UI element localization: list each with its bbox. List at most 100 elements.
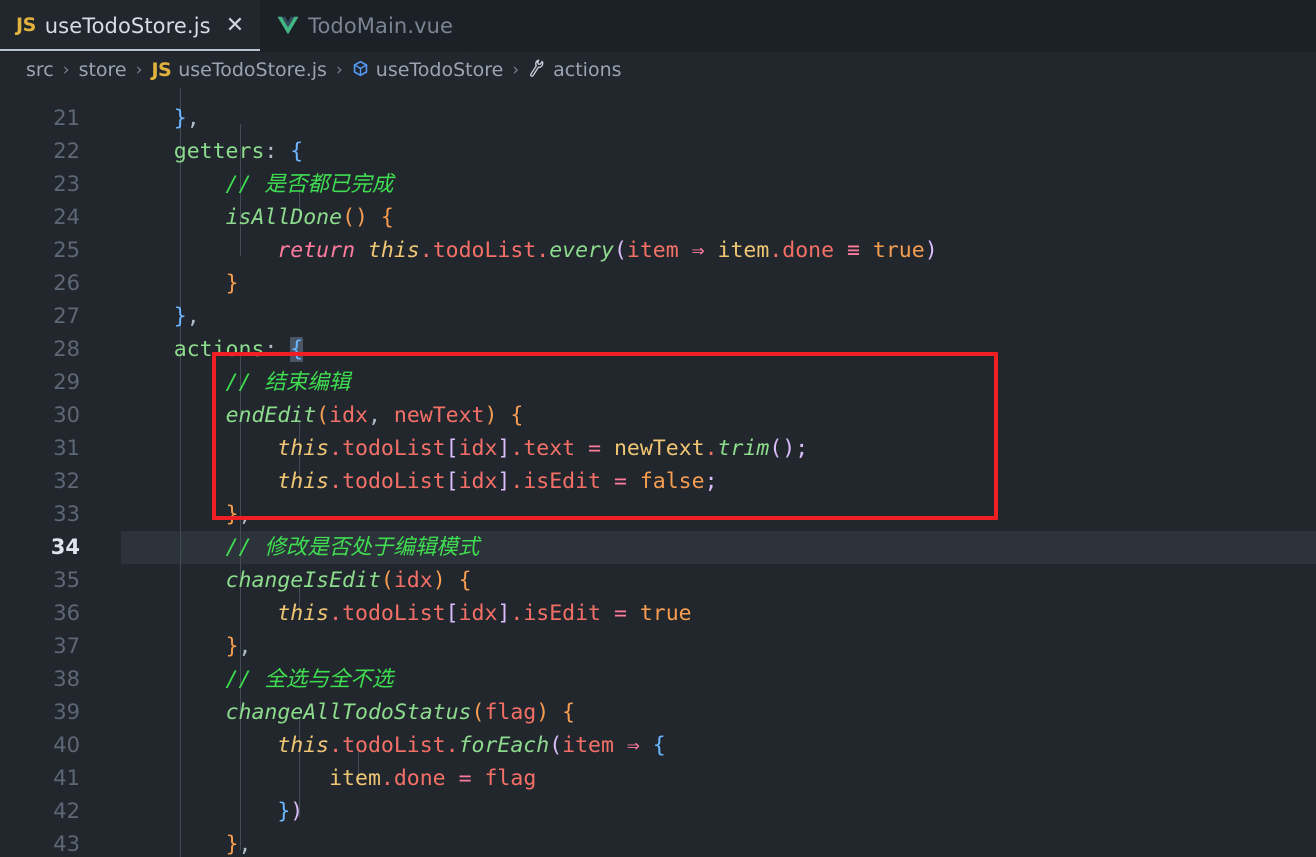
code-text: }, [173,304,200,329]
code-text: }, [225,634,252,659]
line-number: 24 [53,205,80,229]
js-file-icon: JS [151,58,172,81]
code-text: return this.todoList.every(item ⇒ item.d… [277,238,938,263]
code-text: changeIsEdit(idx) { [225,568,472,593]
code-row[interactable]: 25 return this.todoList.every(item ⇒ ite… [0,234,1316,267]
tabbar-filler [468,0,1316,51]
code-row[interactable]: 22 getters: { [0,135,1316,168]
code-text: this.todoList[idx].isEdit = true [277,601,692,626]
breadcrumb-label: useTodoStore.js [178,59,327,81]
code-row[interactable]: 42 }) [0,795,1316,828]
code-text: }, [225,832,252,857]
symbol-property-wrench-icon [526,57,548,83]
code-row[interactable] [0,88,1316,102]
code-text: endEdit(idx, newText) { [225,403,524,428]
code-row[interactable]: 43 }, [0,828,1316,857]
code-text: actions: { [173,337,304,362]
code-row[interactable]: 29 // 结束编辑 [0,366,1316,399]
code-text: }) [277,799,304,824]
close-icon[interactable]: ✕ [224,14,246,37]
line-number: 30 [53,403,80,427]
breadcrumb-separator: › [512,60,520,80]
line-number: 23 [53,172,80,196]
editor-tab-bar: JS useTodoStore.js ✕ TodoMain.vue [0,0,1316,52]
code-row[interactable]: 33 }, [0,498,1316,531]
code-row[interactable]: 38 // 全选与全不选 [0,663,1316,696]
breadcrumb-item-src[interactable]: src [24,59,56,81]
code-text: this.todoList.forEach(item ⇒ { [277,733,666,758]
code-text: this.todoList[idx].isEdit = false; [277,469,718,494]
code-text: changeAllTodoStatus(flag) { [225,700,576,725]
code-text: getters: { [173,139,304,164]
breadcrumb-separator: › [62,60,70,80]
code-text: item.done = flag [329,766,537,791]
line-number: 31 [53,436,80,460]
line-number: 33 [53,502,80,526]
breadcrumb-label: useTodoStore [375,59,504,81]
code-row[interactable]: 24 isAllDone() { [0,201,1316,234]
js-file-icon: JS [16,14,36,36]
tab-TodoMain-vue[interactable]: TodoMain.vue [261,0,469,51]
code-text: isAllDone() { [225,205,394,230]
code-row[interactable]: 21 }, [0,102,1316,135]
code-row[interactable]: 32 this.todoList[idx].isEdit = false; [0,465,1316,498]
code-text: // 全选与全不选 [122,667,394,692]
code-row[interactable]: 40 this.todoList.forEach(item ⇒ { [0,729,1316,762]
code-row[interactable]: 27 }, [0,300,1316,333]
line-number: 27 [53,304,80,328]
code-row[interactable]: 36 this.todoList[idx].isEdit = true [0,597,1316,630]
code-row[interactable]: 39 changeAllTodoStatus(flag) { [0,696,1316,729]
code-text: }, [225,502,252,527]
symbol-object-icon [352,60,369,81]
line-number: 42 [53,799,80,823]
code-text: // 修改是否处于编辑模式 [122,535,480,560]
line-number: 37 [53,634,80,658]
code-row[interactable]: 23 // 是否都已完成 [0,168,1316,201]
breadcrumb-separator: › [135,60,143,80]
line-number: 28 [53,337,80,361]
tab-label: useTodoStore.js [44,13,211,38]
line-number: 41 [53,766,80,790]
breadcrumb-label: src [26,59,54,81]
line-number: 25 [53,238,80,262]
tab-label: TodoMain.vue [308,13,454,38]
line-number: 38 [53,667,80,691]
code-row-active[interactable]: 34 // 修改是否处于编辑模式 [0,531,1316,564]
code-row[interactable]: 35 changeIsEdit(idx) { [0,564,1316,597]
code-text: } [225,271,239,296]
code-row[interactable]: 37 }, [0,630,1316,663]
line-number: 21 [53,106,80,130]
code-text: }, [173,106,200,131]
code-row[interactable]: 28 actions: { [0,333,1316,366]
line-number: 22 [53,139,80,163]
vscode-window: JS useTodoStore.js ✕ TodoMain.vue src › … [0,0,1316,857]
code-row[interactable]: 41 item.done = flag [0,762,1316,795]
code-row[interactable]: 31 this.todoList[idx].text = newText.tri… [0,432,1316,465]
line-number: 32 [53,469,80,493]
code-text: this.todoList[idx].text = newText.trim()… [277,436,809,461]
code-row[interactable]: 30 endEdit(idx, newText) { [0,399,1316,432]
breadcrumb-separator: › [335,60,343,80]
breadcrumb-item-symbol-actions[interactable]: actions [526,59,623,82]
code-editor[interactable]: 21 }, 22 getters: { 23 // 是否都已完成 24 isAl… [0,88,1316,857]
breadcrumb-item-store[interactable]: store [77,59,129,81]
code-row[interactable]: 26 } [0,267,1316,300]
breadcrumb-label: actions [553,59,622,81]
line-number: 29 [53,370,80,394]
line-number: 26 [53,271,80,295]
bracket-match-highlight: { [290,337,304,362]
line-number: 36 [53,601,80,625]
line-number: 35 [53,568,80,592]
tab-useTodoStore-js[interactable]: JS useTodoStore.js ✕ [0,0,262,51]
code-text: // 结束编辑 [122,370,351,395]
line-number: 40 [53,733,80,757]
line-number: 39 [53,700,80,724]
breadcrumb-item-symbol-useTodoStore[interactable]: useTodoStore [350,59,506,81]
breadcrumb-label: store [78,59,127,81]
code-text: // 是否都已完成 [122,172,394,197]
breadcrumb-item-file[interactable]: JS useTodoStore.js [149,59,329,81]
line-number: 43 [53,832,80,856]
code-lines[interactable]: 21 }, 22 getters: { 23 // 是否都已完成 24 isAl… [0,88,1316,857]
line-number: 34 [50,535,80,559]
vue-file-icon [277,16,299,35]
